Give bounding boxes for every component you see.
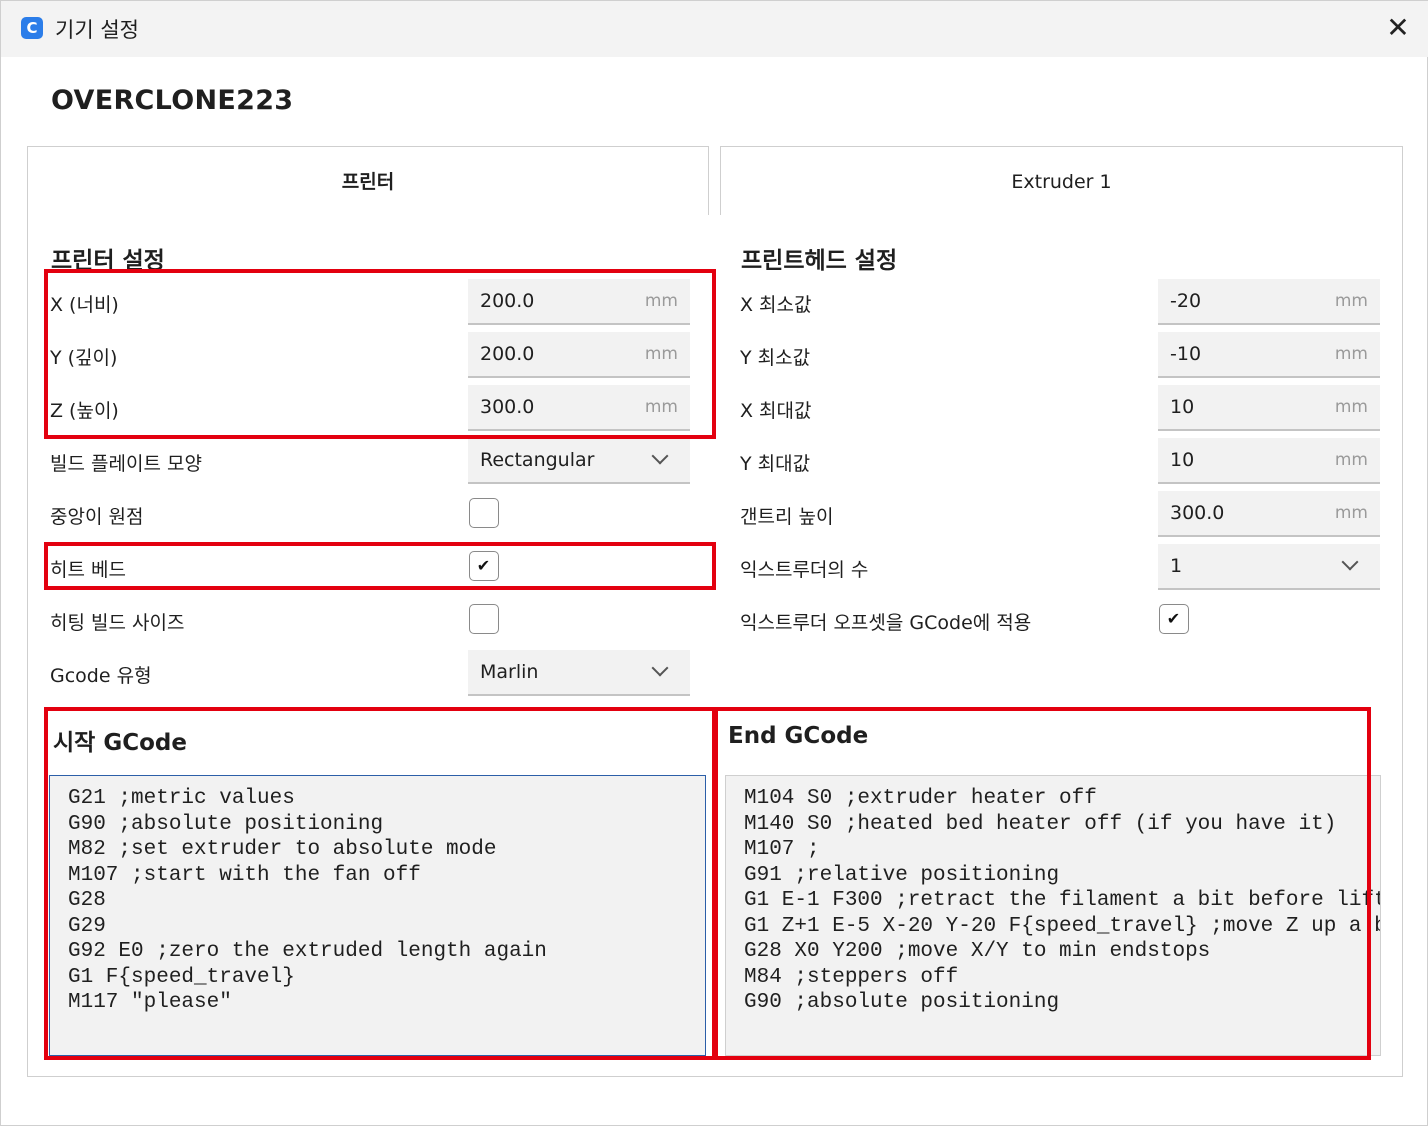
z-height-label: Z (높이) — [50, 400, 119, 422]
y-min-unit: mm — [1334, 344, 1368, 364]
y-max-field[interactable]: 10 mm — [1158, 438, 1380, 484]
gcode-line: G1 F{speed_travel} — [68, 965, 295, 989]
gcode-line: M140 S0 ;heated bed heater off (if you h… — [744, 812, 1337, 836]
extruder-count-value: 1 — [1170, 555, 1183, 577]
z-height-unit: mm — [644, 397, 678, 417]
gantry-height-label: 갠트리 높이 — [740, 506, 834, 528]
gcode-line: G28 — [68, 889, 106, 912]
window-title: 기기 설정 — [55, 18, 139, 42]
y-max-value: 10 — [1170, 449, 1195, 471]
gcode-line: M104 S0 ;extruder heater off — [744, 787, 1097, 810]
heated-build-volume-checkbox[interactable] — [469, 604, 499, 634]
gcode-line: M117 "please" — [68, 991, 232, 1014]
origin-at-center-label: 중앙이 원점 — [50, 506, 144, 528]
gcode-line: G28 X0 Y200 ;move X/Y to min endstops — [744, 940, 1211, 963]
extruder-count-select[interactable]: 1 — [1158, 544, 1380, 590]
build-plate-shape-value: Rectangular — [480, 449, 595, 471]
x-width-unit: mm — [644, 291, 678, 311]
printhead-settings-title: 프린트헤드 설정 — [741, 248, 898, 274]
gcode-line: G1 E-1 F300 ;retract the filament a bit … — [744, 889, 1380, 912]
gcode-line: G90 ;absolute positioning — [68, 812, 384, 836]
y-min-field[interactable]: -10 mm — [1158, 332, 1380, 378]
y-max-label: Y 최대값 — [740, 453, 811, 475]
x-min-label: X 최소값 — [740, 294, 812, 316]
check-icon: ✔ — [476, 556, 491, 575]
gcode-line: M82 ;set extruder to absolute mode — [68, 838, 497, 861]
x-min-unit: mm — [1334, 291, 1368, 311]
x-max-field[interactable]: 10 mm — [1158, 385, 1380, 431]
gcode-line: M107 ;start with the fan off — [68, 863, 421, 887]
chevron-down-icon — [1341, 553, 1359, 571]
gcode-flavor-select[interactable]: Marlin — [468, 650, 690, 696]
apply-extruder-offsets-checkbox[interactable]: ✔ — [1159, 604, 1189, 634]
end-gcode-title: End GCode — [728, 723, 869, 749]
build-plate-shape-label: 빌드 플레이트 모양 — [50, 453, 202, 475]
chevron-down-icon — [651, 447, 669, 465]
gantry-height-value: 300.0 — [1170, 502, 1225, 524]
gcode-line: G29 — [68, 914, 106, 938]
z-height-value: 300.0 — [480, 396, 535, 418]
heated-bed-label: 히트 베드 — [50, 559, 126, 581]
close-button[interactable]: ✕ — [1381, 11, 1415, 45]
x-width-field[interactable]: 200.0 mm — [468, 279, 690, 325]
app-icon: C — [21, 17, 43, 39]
x-max-label: X 최대값 — [740, 400, 812, 422]
apply-extruder-offsets-label: 익스트루더 오프셋을 GCode에 적용 — [740, 612, 1032, 634]
gantry-height-unit: mm — [1334, 503, 1368, 523]
y-depth-unit: mm — [644, 344, 678, 364]
gcode-line: G92 E0 ;zero the extruded length again — [68, 940, 547, 963]
tab-extruder-1[interactable]: Extruder 1 — [720, 146, 1403, 217]
gcode-line: G90 ;absolute positioning — [744, 991, 1060, 1014]
printer-settings-title: 프린터 설정 — [51, 248, 165, 274]
y-depth-field[interactable]: 200.0 mm — [468, 332, 690, 378]
gcode-flavor-value: Marlin — [480, 661, 539, 683]
end-gcode-editor[interactable]: M104 S0 ;extruder heater off M140 S0 ;hea… — [725, 775, 1381, 1056]
title-bar: C 기기 설정 ✕ — [1, 1, 1428, 57]
machine-name: OVERCLONE223 — [51, 85, 294, 116]
z-height-field[interactable]: 300.0 mm — [468, 385, 690, 431]
heated-bed-checkbox[interactable]: ✔ — [469, 551, 499, 581]
gantry-height-field[interactable]: 300.0 mm — [1158, 491, 1380, 537]
y-max-unit: mm — [1334, 450, 1368, 470]
start-gcode-title: 시작 GCode — [53, 730, 187, 756]
y-depth-value: 200.0 — [480, 343, 535, 365]
heated-build-volume-label: 히팅 빌드 사이즈 — [50, 612, 185, 634]
x-min-value: -20 — [1170, 290, 1202, 312]
gcode-flavor-label: Gcode 유형 — [50, 665, 152, 687]
x-max-unit: mm — [1334, 397, 1368, 417]
chevron-down-icon — [651, 659, 669, 677]
y-min-value: -10 — [1170, 343, 1202, 365]
gcode-line: G91 ;relative positioning — [744, 863, 1060, 887]
x-width-value: 200.0 — [480, 290, 535, 312]
x-width-label: X (너비) — [50, 294, 119, 316]
extruder-count-label: 익스트루더의 수 — [740, 559, 869, 581]
origin-at-center-checkbox[interactable] — [469, 498, 499, 528]
gcode-line: M84 ;steppers off — [744, 965, 959, 989]
build-plate-shape-select[interactable]: Rectangular — [468, 438, 690, 484]
gcode-line: G21 ;metric values — [68, 787, 295, 810]
x-max-value: 10 — [1170, 396, 1195, 418]
check-icon: ✔ — [1166, 609, 1181, 628]
start-gcode-editor[interactable]: G21 ;metric values G90 ;absolute position… — [49, 775, 706, 1056]
y-depth-label: Y (깊이) — [50, 347, 118, 369]
gcode-line: G1 Z+1 E-5 X-20 Y-20 F{speed_travel} ;mo… — [744, 914, 1381, 938]
tab-printer[interactable]: 프린터 — [27, 146, 709, 218]
machine-settings-dialog: C 기기 설정 ✕ OVERCLONE223 프린터 Extruder 1 프린… — [0, 0, 1428, 1126]
x-min-field[interactable]: -20 mm — [1158, 279, 1380, 325]
gcode-line: M107 ; — [744, 838, 820, 861]
y-min-label: Y 최소값 — [740, 347, 811, 369]
